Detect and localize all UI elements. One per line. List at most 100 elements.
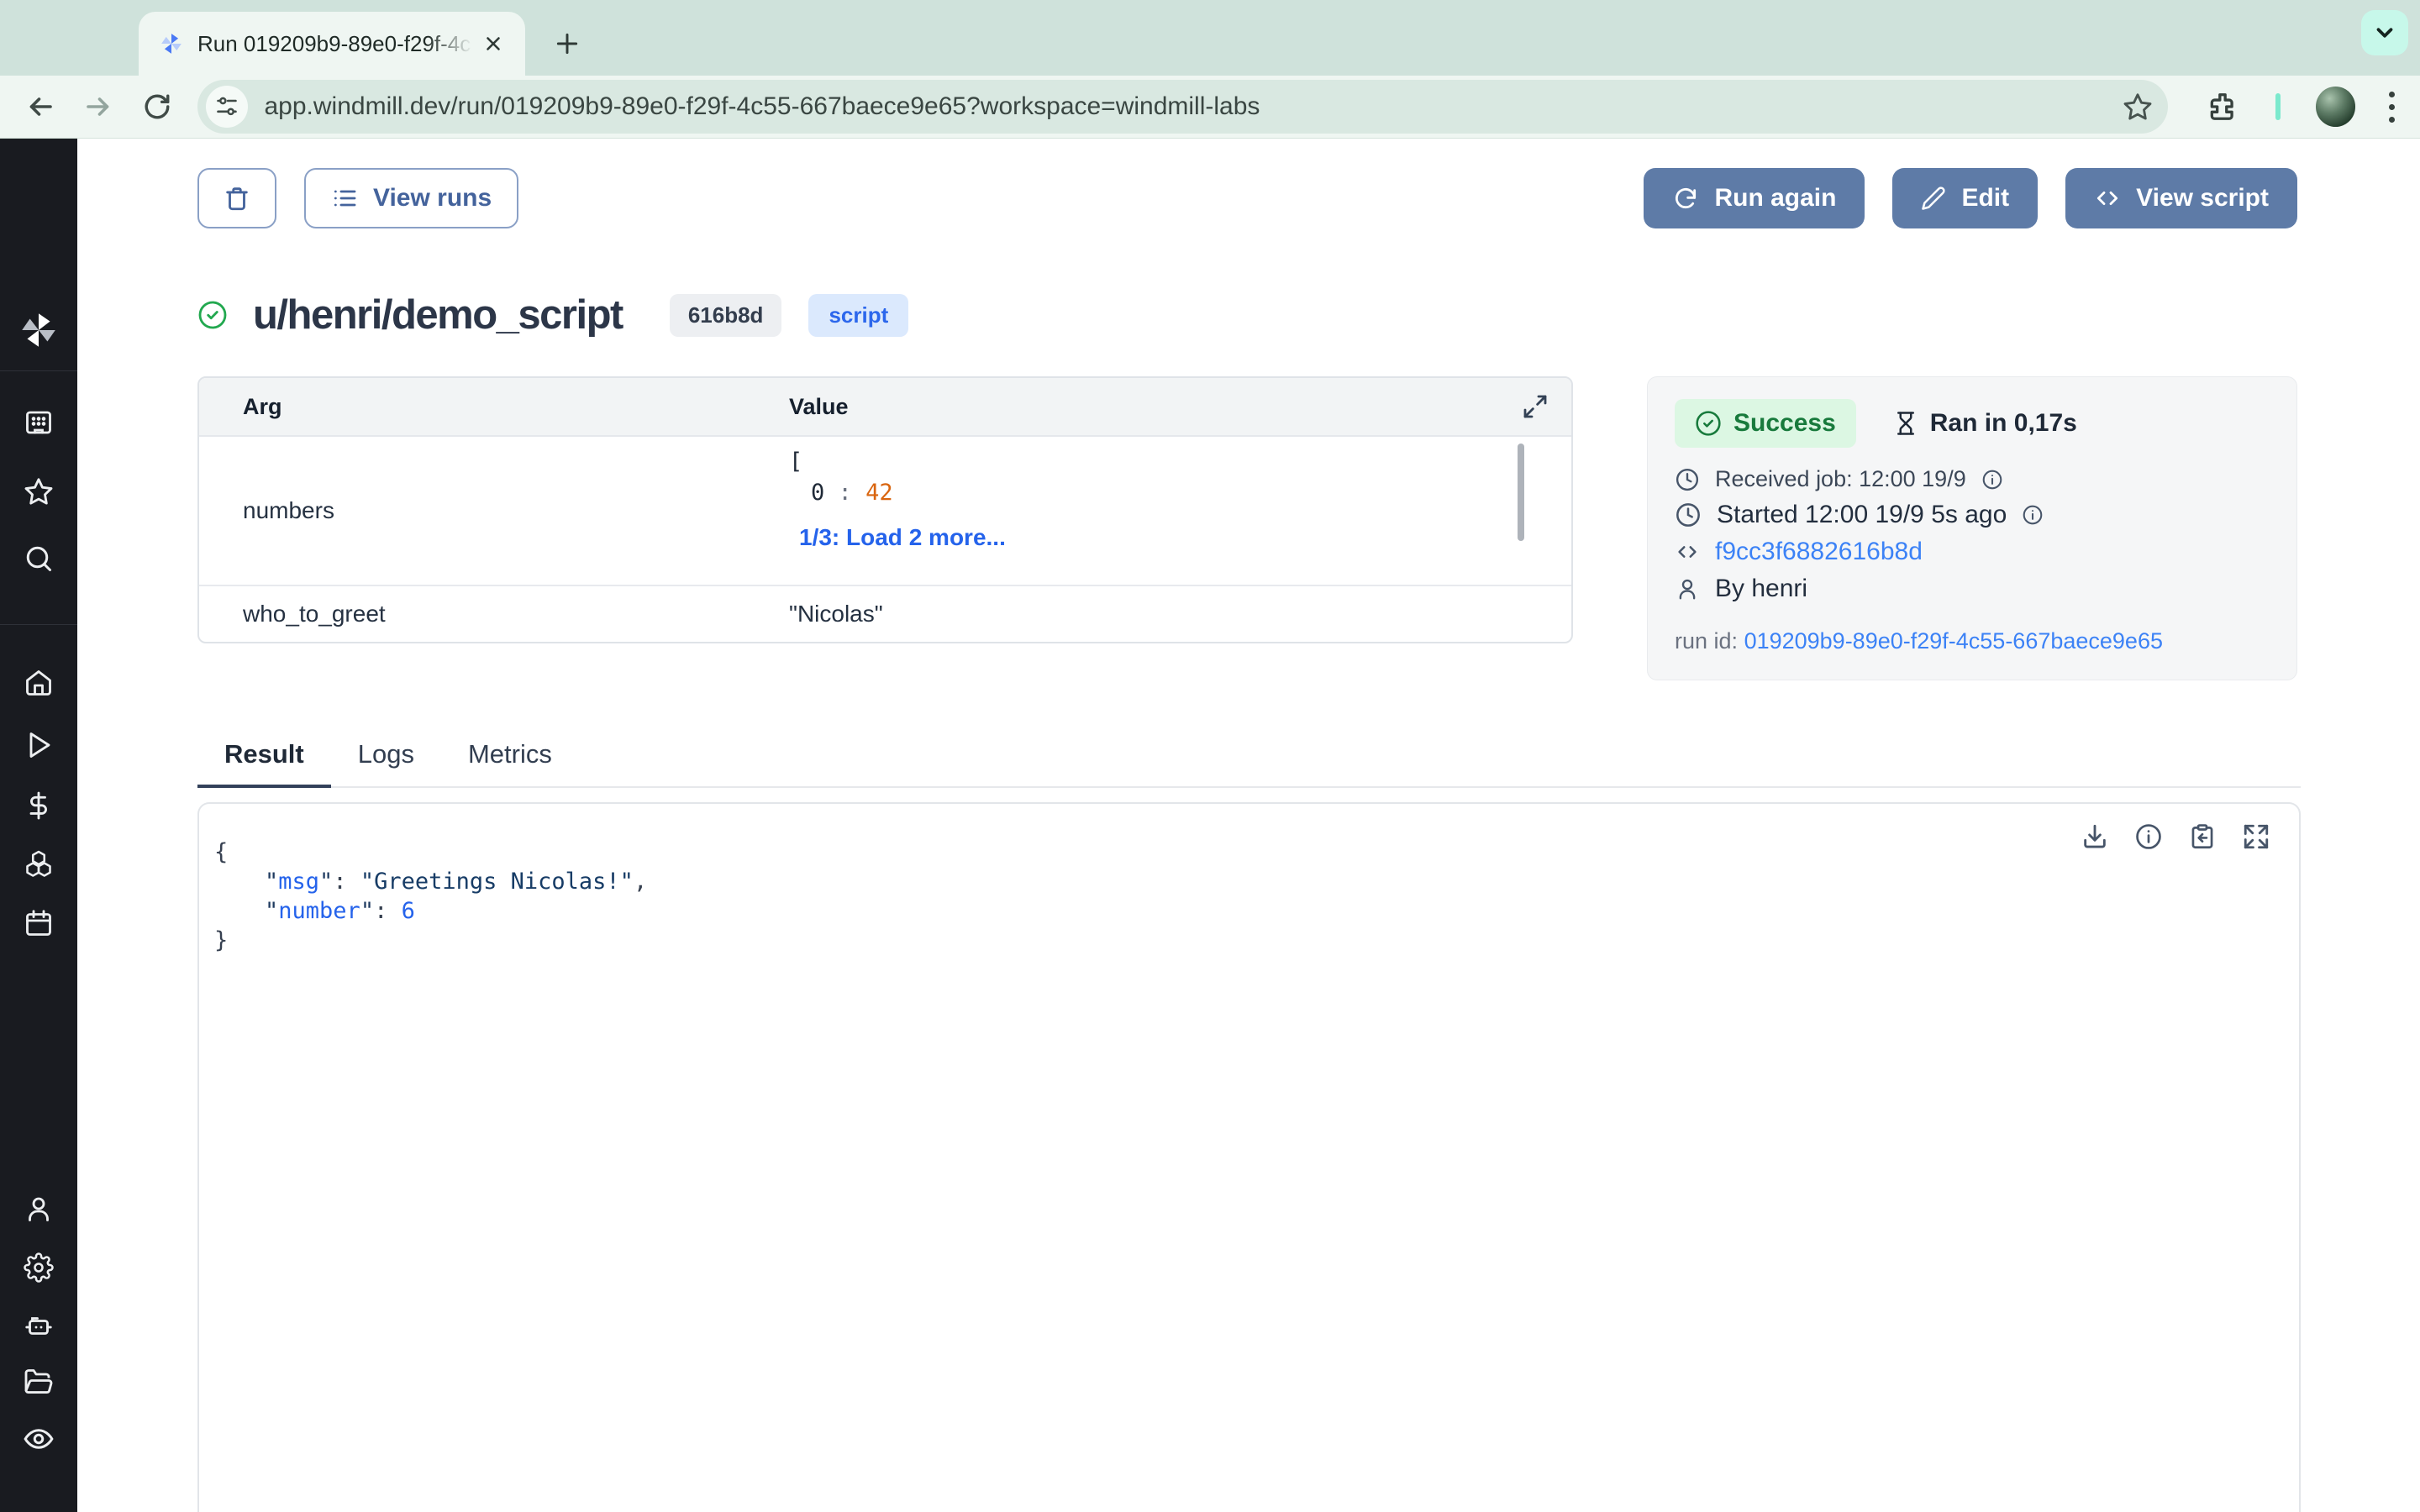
refresh-icon	[1672, 185, 1699, 212]
array-open-bracket: [	[789, 437, 1524, 475]
browser-tab[interactable]: Run 019209b9-89e0-f29f-4c	[139, 12, 525, 76]
sidebar-item-users[interactable]	[24, 1194, 54, 1224]
list-icon	[331, 185, 358, 212]
sidebar-item-home[interactable]	[24, 668, 54, 698]
run-id-label: run id:	[1675, 628, 1738, 654]
tab-logs[interactable]: Logs	[331, 739, 441, 788]
view-runs-button[interactable]: View runs	[304, 168, 518, 228]
tab-close-icon[interactable]	[478, 29, 508, 59]
code-icon	[1675, 539, 1700, 564]
status-panel: Success Ran in 0,17s Received job: 12:00…	[1647, 376, 2297, 680]
url-text[interactable]: app.windmill.dev/run/019209b9-89e0-f29f-…	[265, 92, 2123, 121]
result-json: { "msg": "Greetings Nicolas!", "number":…	[199, 804, 2299, 955]
run-again-button[interactable]: Run again	[1644, 168, 1865, 228]
array-item: 0 : 42	[789, 480, 1524, 506]
browser-chrome: Run 019209b9-89e0-f29f-4c app.windmill.d…	[0, 0, 2420, 139]
success-check-icon	[197, 300, 228, 330]
user-icon	[1675, 576, 1700, 601]
sidebar-item-runs[interactable]	[24, 730, 54, 760]
run-author: By henri	[1715, 575, 1807, 603]
run-duration-label: Ran in 0,17s	[1930, 409, 2077, 438]
sidebar-item-favorites[interactable]	[24, 476, 54, 507]
tab-strip: Run 019209b9-89e0-f29f-4c	[0, 0, 2420, 76]
args-table-header: Arg Value	[199, 378, 1571, 437]
status-badge-label: Success	[1733, 409, 1836, 438]
site-settings-icon[interactable]	[206, 86, 248, 128]
status-badge: Success	[1675, 399, 1856, 448]
args-table: Arg Value numbers [ 0 : 42 1/3: Load 2 m…	[197, 376, 1573, 643]
edit-button[interactable]: Edit	[1892, 168, 2038, 228]
edit-label: Edit	[1961, 184, 2009, 213]
sidebar-item-audit-logs[interactable]	[23, 1423, 55, 1455]
tab-metrics[interactable]: Metrics	[441, 739, 579, 788]
action-bar: View runs Run again Edit View script	[197, 168, 2297, 228]
table-row: numbers [ 0 : 42 1/3: Load 2 more...	[199, 437, 1571, 585]
hourglass-icon	[1893, 411, 1918, 436]
tab-result[interactable]: Result	[197, 739, 331, 788]
title-row: u/henri/demo_script 616b8d script	[197, 280, 908, 350]
toolbar-separator	[2275, 93, 2281, 120]
run-duration: Ran in 0,17s	[1893, 409, 2077, 438]
arg-name: who_to_greet	[199, 586, 789, 642]
view-script-label: View script	[2136, 184, 2269, 213]
windmill-favicon-icon	[159, 31, 184, 56]
value-scrollbar[interactable]	[1518, 444, 1524, 541]
result-tabs: Result Logs Metrics	[197, 739, 2301, 788]
app-sidebar	[0, 139, 77, 1512]
download-result-icon[interactable]	[2081, 822, 2109, 851]
sidebar-divider	[0, 624, 77, 625]
arg-value: "Nicolas"	[789, 586, 1524, 642]
sidebar-item-schedules[interactable]	[24, 908, 54, 938]
tab-title: Run 019209b9-89e0-f29f-4c	[197, 31, 478, 57]
delete-run-button[interactable]	[197, 168, 276, 228]
run-id-line: run id: 019209b9-89e0-f29f-4c55-667baece…	[1675, 628, 2270, 654]
clock-icon	[1675, 501, 1702, 528]
started-text: Started 12:00 19/9 5s ago	[1717, 501, 2007, 529]
new-tab-icon[interactable]	[544, 21, 590, 66]
code-icon	[2094, 185, 2121, 212]
profile-avatar[interactable]	[2316, 87, 2355, 127]
reload-icon[interactable]	[139, 88, 176, 125]
arg-name: numbers	[199, 437, 789, 585]
expand-result-icon[interactable]	[2242, 822, 2270, 851]
sidebar-item-variables[interactable]	[24, 790, 54, 821]
forward-icon	[81, 88, 118, 125]
sidebar-item-search[interactable]	[24, 543, 54, 574]
info-icon[interactable]	[1981, 469, 2003, 491]
browser-menu-icon[interactable]	[2389, 92, 2395, 123]
page-title: u/henri/demo_script	[253, 291, 623, 339]
load-more-link[interactable]: 1/3: Load 2 more...	[789, 524, 1524, 551]
received-job-text: Received job: 12:00 19/9	[1715, 466, 1966, 492]
script-hash-link[interactable]: f9cc3f6882616b8d	[1715, 538, 1923, 566]
extensions-icon[interactable]	[2207, 91, 2238, 123]
sidebar-item-workers[interactable]	[24, 1310, 54, 1340]
run-page: View runs Run again Edit View script	[77, 139, 2420, 1512]
back-icon[interactable]	[22, 88, 59, 125]
sidebar-item-resources[interactable]	[24, 849, 54, 879]
info-icon[interactable]	[2022, 504, 2044, 526]
bookmark-star-icon[interactable]	[2123, 92, 2153, 122]
sidebar-item-settings[interactable]	[24, 1252, 54, 1283]
copy-result-icon[interactable]	[2188, 822, 2217, 851]
view-runs-label: View runs	[373, 184, 492, 213]
expand-args-icon[interactable]	[1499, 393, 1571, 420]
address-bar[interactable]: app.windmill.dev/run/019209b9-89e0-f29f-…	[197, 80, 2168, 134]
windmill-logo-icon[interactable]	[18, 309, 60, 351]
value-column-header: Value	[789, 394, 1499, 420]
tab-search-chevron-icon[interactable]	[2361, 10, 2408, 55]
sidebar-divider	[0, 370, 77, 371]
version-badge: 616b8d	[670, 294, 782, 337]
result-panel: { "msg": "Greetings Nicolas!", "number":…	[197, 802, 2301, 1512]
run-again-label: Run again	[1714, 184, 1836, 213]
kind-badge: script	[808, 294, 908, 337]
pencil-icon	[1921, 186, 1946, 211]
run-id-link[interactable]: 019209b9-89e0-f29f-4c55-667baece9e65	[1744, 628, 2163, 654]
result-info-icon[interactable]	[2134, 822, 2163, 851]
view-script-button[interactable]: View script	[2065, 168, 2297, 228]
table-row: who_to_greet "Nicolas"	[199, 585, 1571, 642]
clock-icon	[1675, 467, 1700, 492]
sidebar-item-folders[interactable]	[24, 1367, 54, 1397]
sidebar-item-apps[interactable]	[24, 407, 54, 438]
arg-column-header: Arg	[199, 394, 789, 420]
arg-value-viewer: [ 0 : 42 1/3: Load 2 more...	[789, 437, 1524, 585]
